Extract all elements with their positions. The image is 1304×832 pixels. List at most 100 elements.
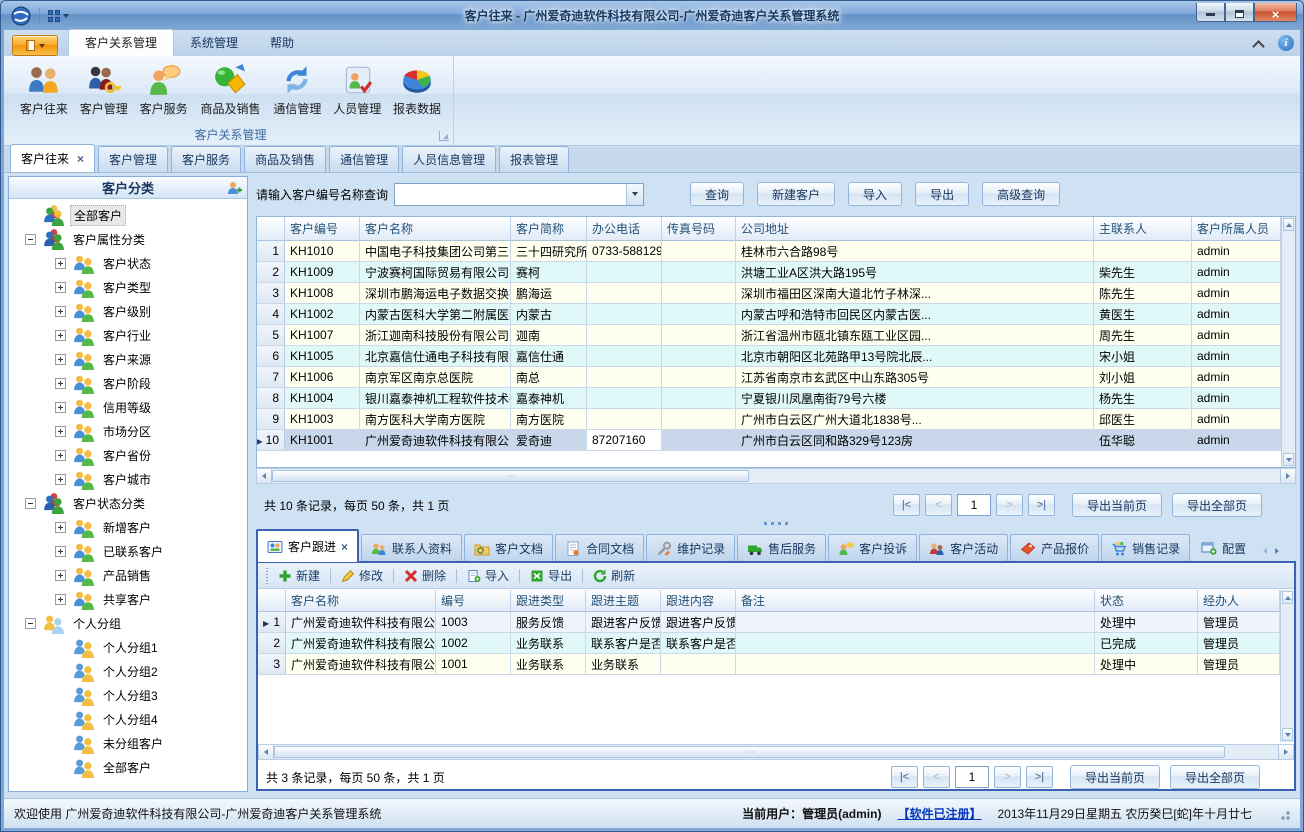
tree-node[interactable]: 客户状态 bbox=[11, 251, 245, 275]
next-page-button[interactable]: > bbox=[994, 766, 1021, 788]
registration-link[interactable]: 【软件已注册】 bbox=[897, 805, 981, 822]
tree-node[interactable]: 客户属性分类 bbox=[11, 227, 245, 251]
table-row[interactable]: 3 广州爱奇迪软件科技有限公司 1001 业务联系 业务联系 处理中 管理员 bbox=[258, 654, 1280, 675]
tree-expander-icon[interactable] bbox=[55, 282, 66, 293]
col-header-follow-up-type[interactable]: 跟进类型 bbox=[511, 590, 586, 612]
scroll-down-icon[interactable] bbox=[1282, 728, 1293, 741]
first-page-button[interactable]: |< bbox=[891, 766, 918, 788]
scrollbar-thumb[interactable] bbox=[272, 470, 749, 482]
tree-expander-icon[interactable] bbox=[55, 474, 66, 485]
tree-node[interactable]: 市场分区 bbox=[11, 419, 245, 443]
col-header-status[interactable]: 状态 bbox=[1095, 590, 1198, 612]
col-header-owner[interactable]: 客户所属人员 bbox=[1192, 217, 1281, 241]
table-row[interactable]: 5 KH1007 浙江迦南科技股份有限公司 迦南 浙江省温州市瓯北镇东瓯工业区园… bbox=[257, 325, 1281, 346]
application-menu-button[interactable] bbox=[12, 35, 58, 56]
scrollbar-thumb[interactable] bbox=[274, 746, 1225, 758]
detail-tab-configure[interactable]: 配置 bbox=[1192, 534, 1255, 562]
col-header-customer-name[interactable]: 客户名称 bbox=[360, 217, 511, 241]
tree-expander-icon[interactable] bbox=[25, 234, 36, 245]
scroll-up-icon[interactable] bbox=[1283, 218, 1294, 231]
tree-node[interactable]: 个人分组1 bbox=[11, 635, 245, 659]
table-row[interactable]: 6 KH1005 北京嘉信仕通电子科技有限公司 嘉信仕通 北京市朝阳区北苑路甲1… bbox=[257, 346, 1281, 367]
advanced-search-button[interactable]: 高级查询 bbox=[982, 182, 1060, 206]
collapse-ribbon-icon[interactable] bbox=[1254, 40, 1264, 46]
scroll-up-icon[interactable] bbox=[1282, 591, 1293, 604]
scroll-right-icon[interactable] bbox=[1280, 469, 1295, 483]
table-row[interactable]: 1 KH1010 中国电子科技集团公司第三十四研... 三十四研究所 0733-… bbox=[257, 241, 1281, 262]
export-current-page-button[interactable]: 导出当前页 bbox=[1070, 765, 1160, 789]
tree-node[interactable]: 全部客户 bbox=[11, 755, 245, 779]
search-input[interactable] bbox=[395, 184, 626, 205]
edit-record-button[interactable]: 修改 bbox=[335, 565, 389, 586]
tree-node[interactable]: 客户来源 bbox=[11, 347, 245, 371]
tree-node[interactable]: 客户级别 bbox=[11, 299, 245, 323]
tree-node[interactable]: 全部客户 bbox=[11, 203, 245, 227]
new-record-button[interactable]: 新建 bbox=[272, 565, 326, 586]
tree-node[interactable]: 客户阶段 bbox=[11, 371, 245, 395]
tree-expander-icon[interactable] bbox=[55, 450, 66, 461]
col-header-company-address[interactable]: 公司地址 bbox=[736, 217, 1094, 241]
doc-tab-products-sales[interactable]: 商品及销售 bbox=[244, 146, 326, 172]
col-header-primary-contact[interactable]: 主联系人 bbox=[1094, 217, 1192, 241]
ribbon-button-customer-service[interactable]: 客户服务 bbox=[134, 60, 194, 126]
table-row[interactable]: 1 广州爱奇迪软件科技有限公司 1003 服务反馈 跟进客户反馈... 跟进客户… bbox=[258, 612, 1280, 633]
detail-tab-follow-up[interactable]: 客户跟进 bbox=[256, 529, 359, 562]
customer-search-combo[interactable] bbox=[394, 183, 644, 206]
tree-node[interactable]: 个人分组2 bbox=[11, 659, 245, 683]
ribbon-tab-crm[interactable]: 客户关系管理 bbox=[68, 29, 174, 56]
tree-node[interactable]: 客户省份 bbox=[11, 443, 245, 467]
search-button[interactable]: 查询 bbox=[690, 182, 744, 206]
import-records-button[interactable]: 导入 bbox=[461, 565, 515, 586]
tree-node[interactable]: 已联系客户 bbox=[11, 539, 245, 563]
table-row[interactable]: 10 KH1001 广州爱奇迪软件科技有限公司 爱奇迪 87207160 广州市… bbox=[257, 430, 1281, 451]
combo-dropdown-button[interactable] bbox=[626, 184, 643, 205]
detail-tab-complaints[interactable]: 客户投诉 bbox=[828, 534, 917, 562]
ribbon-button-products-sales[interactable]: 商品及销售 bbox=[194, 60, 268, 126]
col-header-handler[interactable]: 经办人 bbox=[1198, 590, 1280, 612]
delete-record-button[interactable]: 删除 bbox=[398, 565, 452, 586]
last-page-button[interactable]: >| bbox=[1028, 494, 1055, 516]
ribbon-button-personnel[interactable]: 人员管理 bbox=[327, 60, 387, 126]
horizontal-scrollbar[interactable] bbox=[256, 468, 1296, 484]
vertical-scrollbar[interactable] bbox=[1280, 590, 1294, 742]
tree-node[interactable]: 客户状态分类 bbox=[11, 491, 245, 515]
quick-access-toolbar-button[interactable] bbox=[44, 8, 73, 24]
ribbon-button-customer-management[interactable]: 客户管理 bbox=[74, 60, 134, 126]
horizontal-scrollbar[interactable] bbox=[258, 744, 1294, 760]
page-number-input[interactable] bbox=[957, 494, 991, 516]
tree-node[interactable]: 个人分组3 bbox=[11, 683, 245, 707]
ribbon-tab-help[interactable]: 帮助 bbox=[254, 30, 310, 56]
col-header-follow-up-content[interactable]: 跟进内容 bbox=[661, 590, 736, 612]
tree-expander-icon[interactable] bbox=[25, 618, 36, 629]
close-button[interactable] bbox=[1254, 3, 1297, 22]
tree-expander-icon[interactable] bbox=[55, 594, 66, 605]
detail-tab-contract-docs[interactable]: 合同文档 bbox=[555, 534, 644, 562]
minimize-button[interactable] bbox=[1196, 3, 1225, 22]
tree-settings-icon[interactable] bbox=[227, 180, 243, 196]
table-row[interactable]: 2 广州爱奇迪软件科技有限公司 1002 业务联系 联系客户是否... 联系客户… bbox=[258, 633, 1280, 654]
tree-expander-icon[interactable] bbox=[55, 306, 66, 317]
refresh-button[interactable]: 刷新 bbox=[587, 565, 641, 586]
tree-expander-icon[interactable] bbox=[55, 354, 66, 365]
scroll-left-icon[interactable] bbox=[259, 745, 274, 759]
close-icon[interactable] bbox=[77, 153, 84, 165]
col-header-customer-code[interactable]: 客户编号 bbox=[285, 217, 360, 241]
col-header-code[interactable]: 编号 bbox=[436, 590, 511, 612]
col-header-customer-short-name[interactable]: 客户简称 bbox=[511, 217, 587, 241]
scroll-left-icon[interactable] bbox=[257, 469, 272, 483]
about-info-icon[interactable] bbox=[1278, 35, 1294, 51]
table-row[interactable]: 7 KH1006 南京军区南京总医院 南总 江苏省南京市玄武区中山东路305号 … bbox=[257, 367, 1281, 388]
doc-tab-customer-contacts[interactable]: 客户往来 bbox=[10, 144, 95, 172]
export-records-button[interactable]: 导出 bbox=[524, 565, 578, 586]
col-header-fax-number[interactable]: 传真号码 bbox=[662, 217, 736, 241]
ribbon-button-customer-contacts[interactable]: 客户往来 bbox=[14, 60, 74, 126]
tree-node[interactable]: 个人分组 bbox=[11, 611, 245, 635]
tree-expander-icon[interactable] bbox=[55, 330, 66, 341]
maximize-button[interactable] bbox=[1225, 3, 1254, 22]
tree-expander-icon[interactable] bbox=[55, 258, 66, 269]
splitter-handle[interactable] bbox=[256, 518, 1296, 528]
page-number-input[interactable] bbox=[955, 766, 989, 788]
dialog-launcher-icon[interactable] bbox=[439, 131, 449, 141]
tab-scroll-right-icon[interactable] bbox=[1275, 548, 1279, 554]
tree-node[interactable]: 新增客户 bbox=[11, 515, 245, 539]
